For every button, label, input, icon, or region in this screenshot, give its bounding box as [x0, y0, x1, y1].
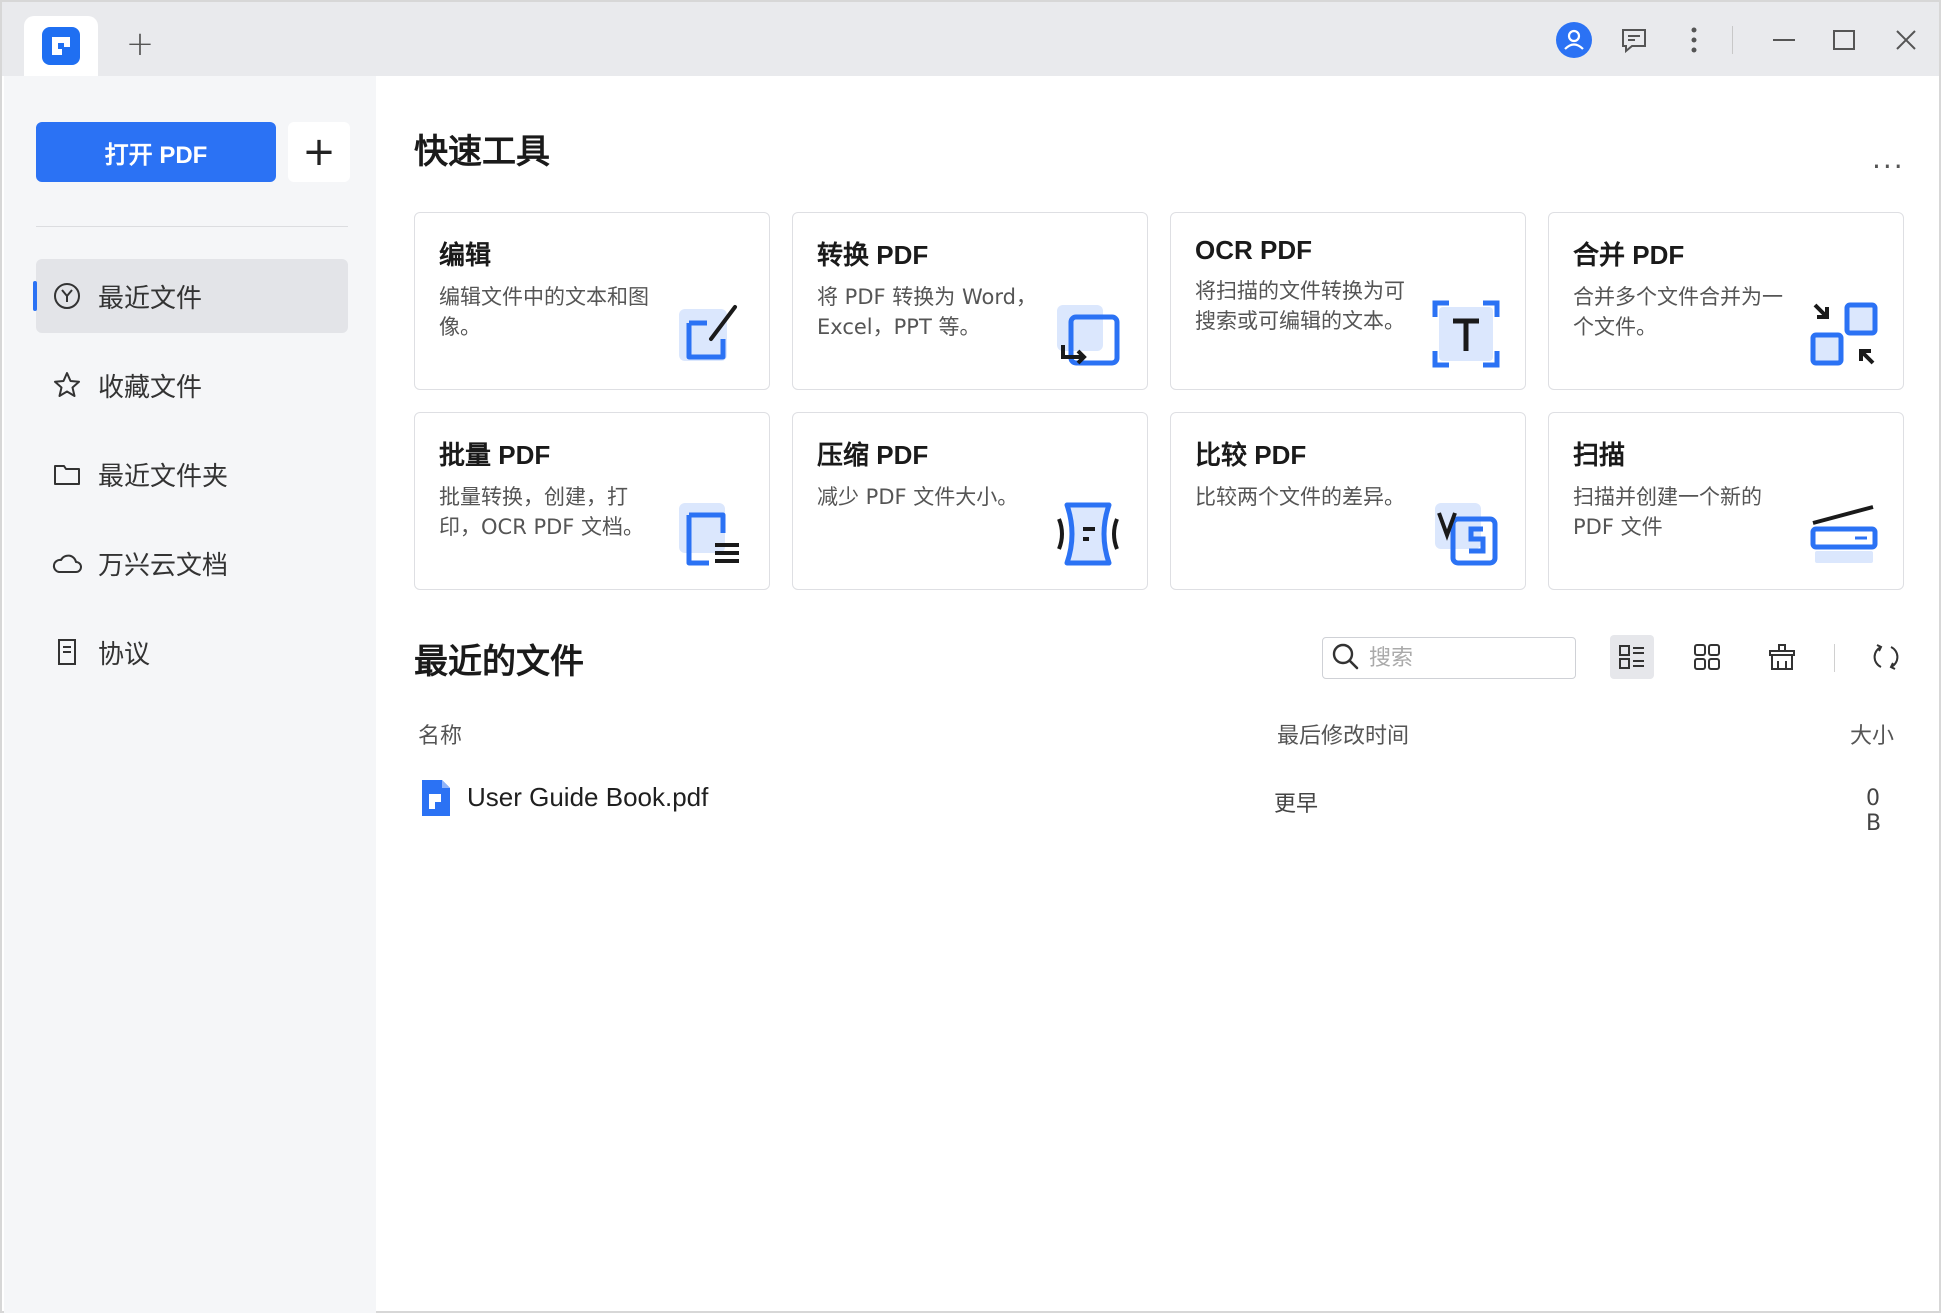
- minimize-icon[interactable]: [1764, 20, 1804, 60]
- card-description: 编辑文件中的文本和图像。: [439, 285, 649, 339]
- card-title: 转换 PDF: [817, 240, 929, 270]
- column-header-name[interactable]: 名称: [418, 718, 462, 750]
- tool-card-convert[interactable]: 转换 PDF 将 PDF 转换为 Word， Excel，PPT 等。: [792, 212, 1148, 390]
- clear-icon: [1769, 644, 1795, 670]
- edit-icon: [675, 299, 745, 369]
- card-title: 比较 PDF: [1195, 440, 1307, 470]
- card-description: 扫描并创建一个新的 PDF 文件: [1573, 485, 1762, 539]
- feedback-icon[interactable]: [1614, 20, 1654, 60]
- sidebar-item-label: 协议: [98, 639, 151, 670]
- clear-button[interactable]: [1760, 635, 1804, 679]
- open-pdf-button[interactable]: 打开 PDF: [36, 122, 276, 182]
- ocr-icon: [1431, 299, 1501, 369]
- sidebar-item-label: 万兴云文档: [98, 550, 229, 581]
- tool-card-batch[interactable]: 批量 PDF 批量转换，创建，打印，OCR PDF 文档。: [414, 412, 770, 590]
- list-view-icon: [1619, 645, 1644, 669]
- card-description: 将 PDF 转换为 Word， Excel，PPT 等。: [817, 285, 1037, 339]
- card-description: 批量转换，创建，打印，OCR PDF 文档。: [439, 485, 645, 539]
- sidebar-item-label: 收藏文件: [98, 372, 203, 403]
- recent-files-title: 最近的文件: [414, 642, 584, 682]
- new-tab-button[interactable]: +: [120, 24, 160, 64]
- titlebar-divider: [1732, 26, 1733, 54]
- sidebar-item-label: 最近文件夹: [98, 461, 229, 492]
- sidebar-item-cloud-docs[interactable]: 万兴云文档: [36, 526, 348, 600]
- column-header-modified[interactable]: 最后修改时间: [1277, 718, 1409, 750]
- refresh-icon: [1873, 644, 1899, 670]
- card-title: 压缩 PDF: [817, 440, 929, 470]
- card-title: OCR PDF: [1195, 235, 1312, 265]
- sidebar-item-label: 最近文件: [98, 283, 203, 314]
- document-icon: [50, 635, 84, 669]
- tool-card-compress[interactable]: 压缩 PDF 减少 PDF 文件大小。: [792, 412, 1148, 590]
- refresh-button[interactable]: [1864, 635, 1908, 679]
- grid-view-button[interactable]: [1685, 635, 1729, 679]
- app-logo-icon: [42, 27, 80, 65]
- compress-icon: [1053, 499, 1123, 569]
- card-title: 合并 PDF: [1573, 240, 1685, 270]
- search-box[interactable]: [1322, 637, 1576, 679]
- active-indicator: [33, 281, 37, 311]
- account-icon[interactable]: [1554, 20, 1594, 60]
- sidebar-item-favorites[interactable]: 收藏文件: [36, 348, 348, 422]
- card-title: 批量 PDF: [439, 440, 551, 470]
- toolbar-divider: [1834, 644, 1835, 672]
- app-window: + 打开 PDF + 最近文件 收藏文件 最近文件夹 万兴云文档 协议 快速工具…: [0, 0, 1941, 1313]
- pdf-file-icon: [420, 778, 452, 822]
- quick-tools-title: 快速工具: [414, 132, 550, 172]
- tool-card-compare[interactable]: 比较 PDF 比较两个文件的差异。: [1170, 412, 1526, 590]
- file-size: 0 B: [1866, 786, 1882, 836]
- card-description: 将扫描的文件转换为可搜索或可编辑的文本。: [1195, 279, 1405, 333]
- close-icon[interactable]: [1886, 20, 1926, 60]
- sidebar-divider: [36, 226, 348, 227]
- folder-icon: [50, 457, 84, 491]
- title-bar: +: [2, 2, 1939, 76]
- grid-view-icon: [1694, 644, 1720, 670]
- merge-icon: [1809, 299, 1879, 369]
- convert-icon: [1053, 299, 1123, 369]
- home-tab[interactable]: [24, 16, 98, 76]
- sidebar: 打开 PDF + 最近文件 收藏文件 最近文件夹 万兴云文档 协议: [4, 76, 376, 1313]
- card-description: 比较两个文件的差异。: [1195, 485, 1405, 509]
- table-row[interactable]: User Guide Book.pdf 更早 0 B: [412, 772, 1902, 836]
- file-name: User Guide Book.pdf: [467, 782, 709, 812]
- card-description: 合并多个文件合并为一个文件。: [1573, 285, 1783, 339]
- sidebar-item-agreement[interactable]: 协议: [36, 615, 348, 689]
- sidebar-item-recent-files[interactable]: 最近文件: [33, 259, 348, 333]
- tool-card-merge[interactable]: 合并 PDF 合并多个文件合并为一个文件。: [1548, 212, 1904, 390]
- search-icon: [1331, 642, 1359, 674]
- more-options-button[interactable]: ...: [1872, 142, 1905, 175]
- star-icon: [50, 368, 84, 402]
- cloud-icon: [50, 546, 84, 580]
- card-title: 编辑: [439, 240, 492, 270]
- tool-card-edit[interactable]: 编辑 编辑文件中的文本和图像。: [414, 212, 770, 390]
- scan-icon: [1809, 499, 1879, 569]
- search-input[interactable]: [1369, 645, 1559, 671]
- add-button[interactable]: +: [288, 122, 350, 182]
- card-title: 扫描: [1573, 440, 1626, 470]
- tool-card-scan[interactable]: 扫描 扫描并创建一个新的 PDF 文件: [1548, 412, 1904, 590]
- maximize-icon[interactable]: [1824, 20, 1864, 60]
- clock-icon: [50, 279, 84, 313]
- column-header-size[interactable]: 大小: [1850, 718, 1894, 750]
- more-vertical-icon[interactable]: [1674, 20, 1714, 60]
- batch-icon: [675, 499, 745, 569]
- card-description: 减少 PDF 文件大小。: [817, 485, 1019, 509]
- file-modified: 更早: [1274, 792, 1319, 817]
- list-view-button[interactable]: [1610, 635, 1654, 679]
- tool-card-ocr[interactable]: OCR PDF 将扫描的文件转换为可搜索或可编辑的文本。: [1170, 212, 1526, 390]
- compare-icon: [1431, 499, 1501, 569]
- sidebar-item-recent-folders[interactable]: 最近文件夹: [36, 437, 348, 511]
